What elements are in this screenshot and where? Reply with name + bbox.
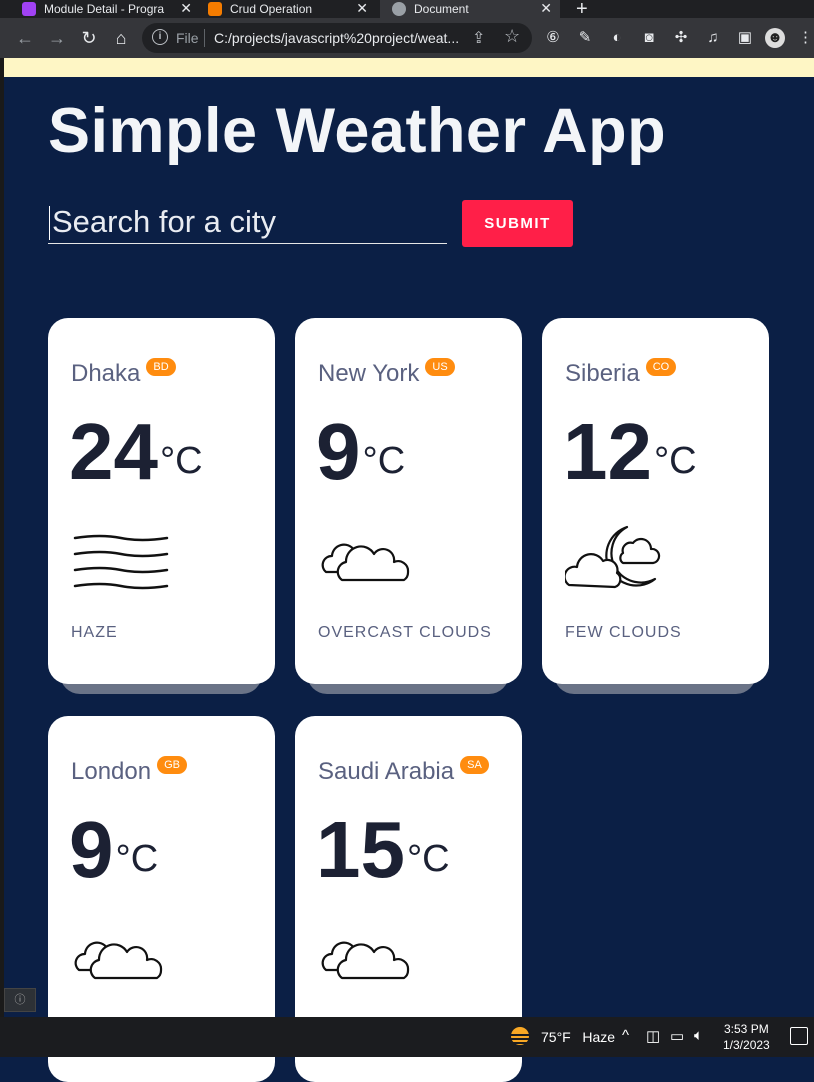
city-name: New York US: [318, 358, 455, 388]
country-badge: GB: [157, 756, 187, 774]
extension-pen-icon[interactable]: ✎: [575, 28, 595, 48]
close-tab-icon[interactable]: ✕: [356, 0, 368, 16]
country-badge: SA: [460, 756, 489, 774]
city-label: Saudi Arabia: [318, 758, 455, 785]
city-label: London: [71, 758, 152, 785]
divider: [204, 29, 205, 47]
profile-avatar[interactable]: ☻: [765, 28, 785, 48]
temperature-value: 12: [563, 407, 652, 496]
clock-time: 3:53 PM: [724, 1022, 769, 1036]
temperature: 12°C: [563, 404, 697, 499]
city-name: Saudi Arabia SA: [318, 756, 489, 786]
taskbar-weather[interactable]: 75°F Haze: [541, 1029, 615, 1045]
clock-date: 1/3/2023: [723, 1038, 770, 1052]
overcast-clouds-icon: [321, 543, 410, 582]
overcast-clouds-icon: [321, 941, 410, 980]
weather-condition: Haze: [582, 1029, 616, 1045]
info-corner-icon[interactable]: ⓘ: [4, 988, 36, 1012]
network-icon[interactable]: ▭: [670, 1027, 684, 1045]
temperature-unit: °C: [406, 838, 450, 880]
forward-icon[interactable]: →: [46, 27, 68, 49]
temperature: 9°C: [69, 802, 158, 897]
overcast-clouds-icon: [74, 941, 163, 980]
city-search-input[interactable]: [48, 200, 447, 244]
browser-tab-active[interactable]: Document ✕: [380, 0, 560, 18]
weather-temp: 75°F: [541, 1029, 571, 1045]
share-icon[interactable]: ⇪: [472, 28, 485, 48]
extension-icon[interactable]: ⑥: [543, 28, 563, 48]
temperature-value: 15: [316, 805, 405, 894]
chevron-up-icon[interactable]: ^: [622, 1027, 629, 1044]
temperature-unit: °C: [653, 440, 697, 482]
temperature: 15°C: [316, 802, 450, 897]
browser-tab-bar: Module Detail - Progra ✕ Crud Operation …: [0, 0, 814, 20]
city-label: Siberia: [565, 360, 640, 387]
meet-now-icon[interactable]: ◫: [646, 1027, 660, 1045]
reload-icon[interactable]: ↻: [78, 27, 100, 49]
clock[interactable]: 3:53 PM 1/3/2023: [723, 1021, 770, 1053]
extension-icon[interactable]: ◐: [607, 28, 627, 48]
temperature: 9°C: [316, 404, 405, 499]
weather-description: OVERCAST CLOUDS: [318, 624, 492, 641]
menu-kebab-icon[interactable]: ⋮: [798, 28, 813, 48]
temperature-value: 9: [69, 805, 114, 894]
city-name: Siberia CO: [565, 358, 677, 388]
puzzle-icon[interactable]: ✣: [671, 28, 691, 48]
weather-description: HAZE: [71, 624, 118, 641]
home-icon[interactable]: ⌂: [110, 27, 132, 49]
temperature-value: 24: [69, 407, 158, 496]
tab-favicon-icon: [22, 2, 36, 16]
bookmark-star-icon[interactable]: ☆: [504, 26, 520, 47]
media-icon[interactable]: ♫: [703, 28, 723, 48]
taskbar: 75°F Haze ^ ◫ ▭ 🔈︎ 3:53 PM 1/3/2023: [0, 1017, 814, 1057]
browser-tab[interactable]: Module Detail - Progra ✕: [22, 0, 192, 18]
haze-sun-icon: [510, 1027, 530, 1045]
browser-tab[interactable]: Crud Operation ✕: [208, 0, 368, 18]
side-panel-icon[interactable]: ▣: [735, 28, 755, 48]
temperature-unit: °C: [115, 838, 159, 880]
back-icon[interactable]: ←: [14, 27, 36, 49]
temperature-unit: °C: [362, 440, 406, 482]
tab-favicon-icon: [208, 2, 222, 16]
page-title: Simple Weather App: [48, 96, 667, 166]
city-name: London GB: [71, 756, 187, 786]
info-bar: [4, 58, 814, 77]
volume-icon[interactable]: 🔈︎: [694, 1027, 703, 1044]
temperature: 24°C: [69, 404, 203, 499]
weather-card: Siberia CO 12°C FEW CLOUDS: [542, 318, 769, 684]
country-badge: CO: [645, 358, 677, 376]
info-icon[interactable]: i: [152, 29, 168, 45]
close-tab-icon[interactable]: ✕: [540, 0, 552, 16]
address-bar[interactable]: i File C:/projects/javascript%20project/…: [142, 23, 532, 53]
weather-card: Dhaka BD 24°C HAZE: [48, 318, 275, 684]
close-tab-icon[interactable]: ✕: [180, 0, 192, 16]
browser-toolbar: ← → ↻ ⌂ i File C:/projects/javascript%20…: [0, 18, 814, 58]
city-label: New York: [318, 360, 420, 387]
globe-icon: [392, 2, 406, 16]
submit-button[interactable]: SUBMIT: [462, 200, 573, 247]
notification-icon[interactable]: [790, 1027, 808, 1045]
haze-icon: [73, 534, 169, 590]
camera-icon[interactable]: ◙: [639, 28, 659, 48]
few-clouds-night-icon: [565, 525, 661, 589]
weather-description: FEW CLOUDS: [565, 624, 682, 641]
tab-title: Crud Operation: [230, 2, 313, 16]
text-caret: [49, 206, 50, 240]
tab-title: Document: [414, 2, 469, 16]
temperature-unit: °C: [159, 440, 203, 482]
country-badge: US: [425, 358, 455, 376]
scheme-label: File: [176, 30, 199, 46]
city-label: Dhaka: [71, 360, 141, 387]
tab-title: Module Detail - Progra: [44, 2, 165, 16]
city-name: Dhaka BD: [71, 358, 176, 388]
country-badge: BD: [146, 358, 176, 376]
url-text[interactable]: C:/projects/javascript%20project/weat...: [214, 30, 464, 46]
weather-card: New York US 9°C OVERCAST CLOUDS: [295, 318, 522, 684]
temperature-value: 9: [316, 407, 361, 496]
weather-app: Simple Weather App SUBMIT Dhaka BD 24°C …: [4, 77, 814, 1082]
